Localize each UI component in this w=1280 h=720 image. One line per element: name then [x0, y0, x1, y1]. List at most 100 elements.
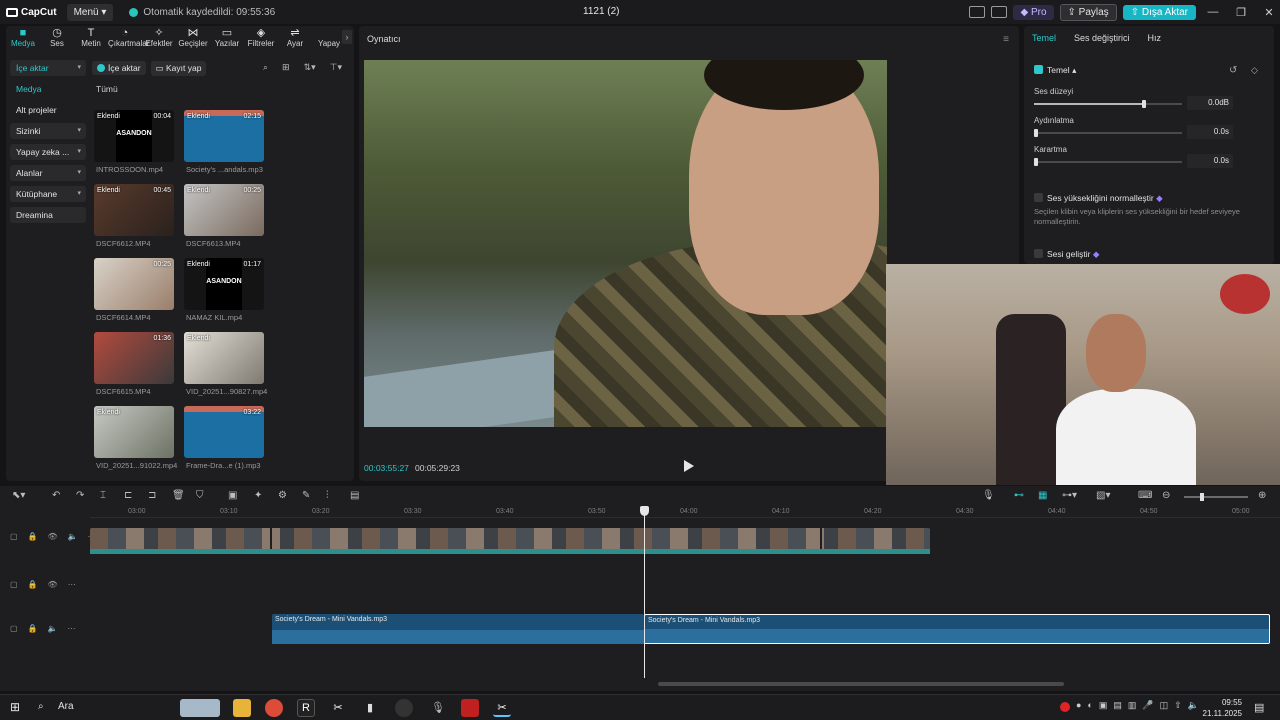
edit-icon[interactable]: ▣: [228, 490, 237, 501]
eye-icon[interactable]: 👁: [48, 580, 58, 589]
normalize-option[interactable]: Ses yüksekliğini normalleştir ◆: [1034, 193, 1163, 204]
pen-icon[interactable]: ✎: [302, 490, 310, 501]
search-icon[interactable]: ⌕: [263, 62, 268, 73]
media-item[interactable]: Eklendi 00:25: [184, 184, 264, 236]
track-select-icon[interactable]: ▢: [10, 532, 18, 541]
eye-icon[interactable]: 👁: [48, 532, 58, 541]
tab-captions[interactable]: ▭ Yazılar: [210, 26, 244, 52]
slider-knob[interactable]: [1034, 158, 1038, 166]
delete-icon[interactable]: 🗑: [172, 490, 185, 501]
more-icon[interactable]: ⋯: [68, 580, 76, 589]
shield-icon[interactable]: ⛉: [196, 490, 204, 501]
media-item[interactable]: 00:25: [94, 258, 174, 310]
sidebar-item-library[interactable]: Kütüphane ▾: [10, 186, 86, 202]
share-button[interactable]: ⇪ Paylaş: [1059, 3, 1117, 21]
export-button[interactable]: ⇧ Dışa Aktar: [1122, 4, 1196, 20]
volume-slider[interactable]: [1034, 100, 1182, 108]
trim-right-icon[interactable]: ⊐: [148, 490, 156, 501]
horizontal-scrollbar[interactable]: [658, 682, 1064, 686]
sidebar-item-ai[interactable]: Yapay zeka ... ▾: [10, 144, 86, 160]
fade-out-value[interactable]: 0.0s: [1187, 154, 1233, 168]
menu-button[interactable]: Menü ▾: [66, 3, 114, 21]
layout-icon[interactable]: [969, 6, 986, 18]
filter-icon[interactable]: ⊤▾: [330, 62, 342, 73]
search-icon[interactable]: ⌕: [38, 701, 44, 712]
checkbox-icon[interactable]: [1034, 65, 1043, 74]
tab-adjust[interactable]: ⇌ Ayar: [278, 26, 312, 52]
snap-icon[interactable]: ▦: [1038, 490, 1047, 501]
maximize-icon[interactable]: ❐: [1230, 6, 1252, 19]
import-button[interactable]: İçe aktar: [92, 61, 146, 75]
system-clock[interactable]: 09:55 21.11.2025: [1200, 697, 1242, 719]
tab-media[interactable]: ■ Medya: [6, 26, 40, 52]
windows-start-icon[interactable]: ⊞: [10, 700, 20, 714]
sidebar-item-import[interactable]: İçe aktar ▾: [10, 60, 86, 76]
speaker-icon[interactable]: 🔈: [68, 532, 78, 541]
media-item[interactable]: Eklendi: [184, 332, 264, 384]
tray-icons[interactable]: ●◐▣▤▥🎤◫⇧🔈: [1076, 700, 1205, 711]
tab-effects[interactable]: ✧ Efektler: [142, 26, 176, 52]
notification-icon[interactable]: ▤: [1254, 701, 1264, 714]
media-item[interactable]: ASANDON Eklendi 01:17: [184, 258, 264, 310]
settings-icon[interactable]: ⚙: [278, 490, 287, 501]
play-icon[interactable]: [684, 460, 694, 472]
fade-out-slider[interactable]: [1034, 158, 1182, 166]
tab-text[interactable]: T Metin: [74, 26, 108, 52]
lock-icon[interactable]: 🔒: [28, 580, 38, 589]
preview-axis-icon[interactable]: ⊶▾: [1062, 490, 1077, 501]
keyframe-icon[interactable]: ◇: [1251, 65, 1258, 76]
volume-value[interactable]: 0.0dB: [1187, 96, 1233, 110]
tab-basic[interactable]: Temel: [1032, 33, 1056, 43]
frame-icon[interactable]: ▤: [350, 490, 359, 501]
zoom-out-icon[interactable]: ⊖: [1162, 490, 1170, 501]
voice-meeter-icon[interactable]: [461, 699, 479, 717]
media-item[interactable]: Eklendi 02:15: [184, 110, 264, 162]
sidebar-item-subprojects[interactable]: Alt projeler: [10, 102, 86, 118]
grid-view-icon[interactable]: ⊞: [282, 62, 290, 73]
sidebar-item-yours[interactable]: Sizinki ▾: [10, 123, 86, 139]
sort-icon[interactable]: ⇅▾: [304, 62, 316, 73]
slider-knob[interactable]: [1034, 129, 1038, 137]
file-explorer-icon[interactable]: [233, 699, 251, 717]
shortcut-icon[interactable]: [991, 6, 1008, 18]
pro-button[interactable]: ◆ Pro: [1013, 4, 1054, 20]
tab-voice-changer[interactable]: Ses değiştirici: [1074, 33, 1130, 43]
tab-speed[interactable]: Hız: [1148, 33, 1162, 43]
media-item[interactable]: ASANDON Eklendi 00:04: [94, 110, 174, 162]
video-preview[interactable]: [364, 60, 887, 427]
fade-in-value[interactable]: 0.0s: [1187, 125, 1233, 139]
track-select-icon[interactable]: ▢: [10, 580, 18, 589]
lock-icon[interactable]: 🔒: [28, 624, 38, 633]
media-item[interactable]: 01:36: [94, 332, 174, 384]
sidebar-item-media[interactable]: Medya: [10, 81, 86, 97]
minimize-icon[interactable]: —: [1202, 6, 1224, 18]
tab-filters[interactable]: ◈ Filtreler: [244, 26, 278, 52]
microphone-icon[interactable]: 🎙: [982, 490, 995, 501]
enhance-option[interactable]: Sesi geliştir ◆: [1034, 249, 1099, 260]
audio-split-icon[interactable]: ⫶: [326, 490, 329, 501]
undo-icon[interactable]: ↶: [52, 490, 60, 501]
tabs-scroll-right-icon[interactable]: ›: [342, 30, 352, 44]
record-button[interactable]: ▭ Kayıt yap: [150, 60, 207, 76]
basic-section-header[interactable]: Temel ▴: [1034, 65, 1076, 76]
app-r-icon[interactable]: R: [297, 699, 315, 717]
tab-audio[interactable]: ◷ Ses: [40, 26, 74, 52]
checkbox-icon[interactable]: [1034, 249, 1043, 258]
obs-icon[interactable]: [395, 699, 413, 717]
zoom-in-icon[interactable]: ⊕: [1258, 490, 1266, 501]
checkbox-icon[interactable]: [1034, 193, 1043, 202]
track-select-icon[interactable]: ▢: [10, 624, 18, 633]
time-ruler[interactable]: 03:00 03:10 03:20 03:30 03:40 03:50 04:0…: [90, 506, 1280, 518]
sidebar-item-spaces[interactable]: Alanlar ▾: [10, 165, 86, 181]
tab-stickers[interactable]: ◔ Çıkartmalar: [108, 26, 149, 52]
zoom-knob[interactable]: [1200, 493, 1204, 501]
pen-app-icon[interactable]: ▮: [361, 699, 379, 717]
zoom-slider[interactable]: [1184, 493, 1248, 501]
record-tray-icon[interactable]: [1060, 702, 1070, 712]
media-item[interactable]: Eklendi 00:45: [94, 184, 174, 236]
split-icon[interactable]: ⌶: [100, 490, 106, 501]
speaker-icon[interactable]: 🔈: [48, 624, 58, 633]
taskbar-search[interactable]: Ara: [58, 701, 74, 712]
redo-icon[interactable]: ↷: [76, 490, 84, 501]
slider-knob[interactable]: [1141, 100, 1146, 108]
